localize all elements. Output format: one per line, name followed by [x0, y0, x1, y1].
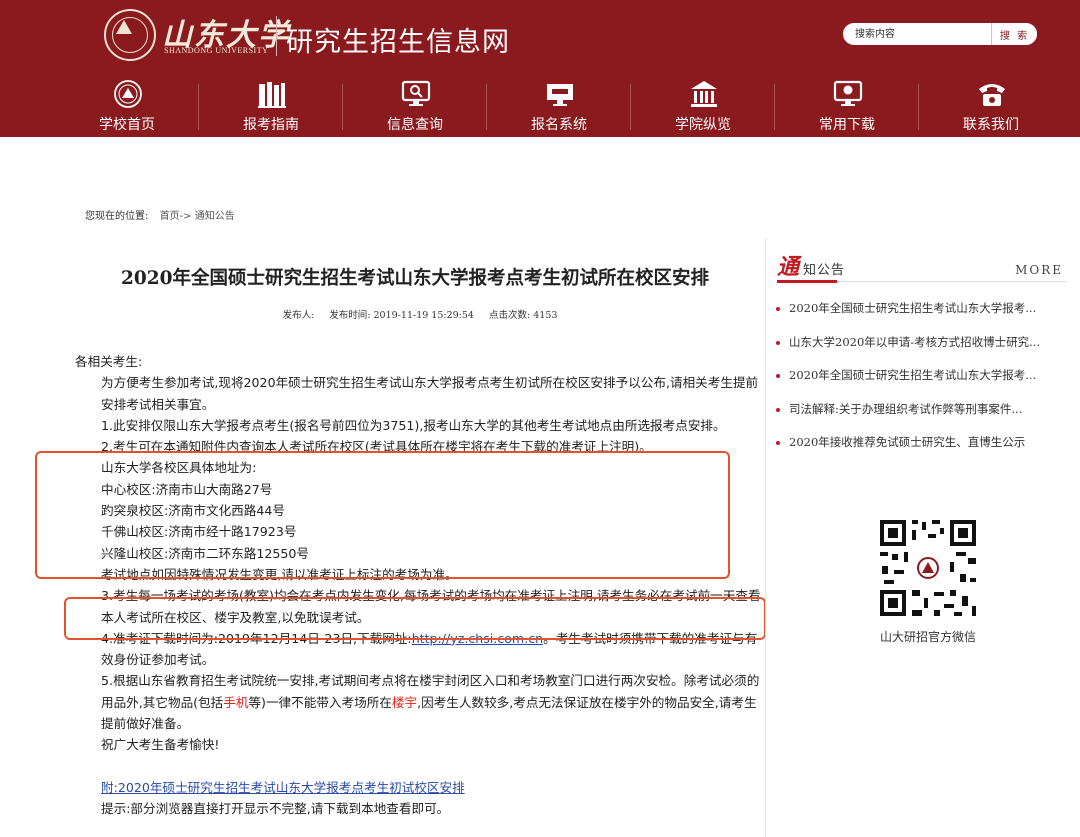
item-1: 1.此安排仅限山东大学报考点考生(报名号前四位为3751),报考山东大学的其他考…	[101, 417, 726, 433]
heading-underline	[777, 280, 837, 283]
nav-label: 报名系统	[531, 117, 587, 133]
notice-item[interactable]: 山东大学2020年以申请-考核方式招收博士研究...	[775, 334, 1075, 368]
greeting: 各相关考生:	[75, 354, 143, 369]
notice-item[interactable]: 2020年全国硕士研究生招生考试山东大学报考...	[775, 300, 1075, 334]
notice-heading-text: 知公告	[803, 263, 846, 278]
breadcrumb-label: 您现在的位置:	[85, 211, 149, 222]
search-input[interactable]	[843, 23, 993, 45]
seal-icon	[114, 80, 142, 108]
phone-highlight: 手机	[223, 694, 249, 710]
main-nav: 学校首页 报考指南 信息查询 报名系统 学院纵览 常用下载 联系我们	[55, 76, 1080, 136]
qr-caption: 山大研招官方微信	[879, 630, 976, 644]
attachment-line: 附:2020年硕士研究生招生考试山东大学报考点考生初试校区安排	[75, 777, 765, 798]
nav-item-colleges[interactable]: 学院纵览	[631, 76, 775, 136]
wechat-qr-code	[878, 518, 978, 618]
nav-item-home[interactable]: 学校首页	[55, 76, 199, 136]
logo-divider	[276, 16, 277, 56]
notice-item[interactable]: 司法解释:关于办理组织考试作弊等刑事案件...	[775, 401, 1075, 435]
nav-label: 学院纵览	[675, 117, 731, 133]
signup-board-icon	[547, 84, 573, 106]
closing-wish: 祝广大考生备考愉快!	[101, 737, 220, 753]
search-box: 搜 索	[843, 23, 1037, 45]
article-meta: 发布人: 发布时间: 2019-11-19 15:29:54 点击次数: 415…	[75, 307, 765, 321]
item-5: 5.根据山东省教育招生考试院统一安排,考试期间考点将在楼宇封闭区入口和考场教室门…	[75, 670, 765, 734]
meta-publisher: 发布人:	[282, 310, 315, 321]
nav-label: 学校首页	[99, 117, 155, 133]
phone-icon	[979, 84, 1005, 106]
notice-list: 2020年全国硕士研究生招生考试山东大学报考... 山东大学2020年以申请-考…	[775, 300, 1075, 468]
meta-time: 发布时间: 2019-11-19 15:29:54	[329, 310, 474, 321]
attachment-link[interactable]: 附:2020年硕士研究生招生考试山东大学报考点考生初试校区安排	[101, 780, 465, 795]
breadcrumb: 您现在的位置: 首页-> 通知公告	[85, 207, 235, 222]
site-title: 研究生招生信息网	[286, 27, 510, 58]
nav-item-query[interactable]: 信息查询	[343, 76, 487, 136]
notice-section-header: 通 知公告 MORE	[777, 248, 1067, 283]
university-seal-logo[interactable]	[104, 9, 156, 61]
nav-item-contact[interactable]: 联系我们	[919, 76, 1063, 136]
nav-label: 联系我们	[963, 117, 1019, 133]
seal-mountain-shape	[116, 20, 132, 34]
download-monitor-icon	[833, 80, 863, 106]
books-icon	[258, 82, 286, 108]
breadcrumb-path[interactable]: 首页-> 通知公告	[160, 211, 235, 222]
site-header: 山东大学 SHANDONG UNIVERSITY 研究生招生信息网 搜 索 学校…	[0, 0, 1080, 137]
nav-label: 常用下载	[819, 117, 875, 133]
article-body: 各相关考生: 为方便考生参加考试,现将2020年硕士研究生招生考试山东大学报考点…	[75, 351, 765, 820]
monitor-search-icon	[401, 80, 431, 106]
notice-item[interactable]: 2020年全国硕士研究生招生考试山东大学报考...	[775, 367, 1075, 401]
nav-label: 信息查询	[387, 117, 443, 133]
building-icon	[691, 81, 717, 107]
highlight-box-item-3	[64, 597, 766, 640]
highlight-box-item-2	[35, 451, 730, 579]
intro-paragraph: 为方便考生参加考试,现将2020年硕士研究生招生考试山东大学报考点考生初试所在校…	[101, 375, 759, 412]
more-link[interactable]: MORE	[1015, 263, 1063, 277]
logo-english-name: SHANDONG UNIVERSITY	[164, 46, 269, 55]
item-5-text: 等)一律不能带入考场所在	[248, 694, 392, 710]
sidebar-divider	[765, 238, 766, 837]
search-button[interactable]: 搜 索	[991, 23, 1037, 45]
nav-label: 报考指南	[243, 117, 299, 133]
building-highlight: 楼宇	[391, 694, 418, 710]
notice-heading-initial: 通	[777, 254, 800, 280]
article-title: 2020年全国硕士研究生招生考试山东大学报考点考生初试所在校区安排	[121, 268, 709, 289]
nav-item-signup[interactable]: 报名系统	[487, 76, 631, 136]
download-tip: 提示:部分浏览器直接打开显示不完整,请下载到本地查看即可。	[101, 801, 450, 817]
notice-item[interactable]: 2020年接收推荐免试硕士研究生、直博生公示	[775, 434, 1075, 468]
nav-item-guide[interactable]: 报考指南	[199, 76, 343, 136]
nav-item-downloads[interactable]: 常用下载	[775, 76, 919, 136]
meta-clicks: 点击次数: 4153	[489, 310, 558, 321]
